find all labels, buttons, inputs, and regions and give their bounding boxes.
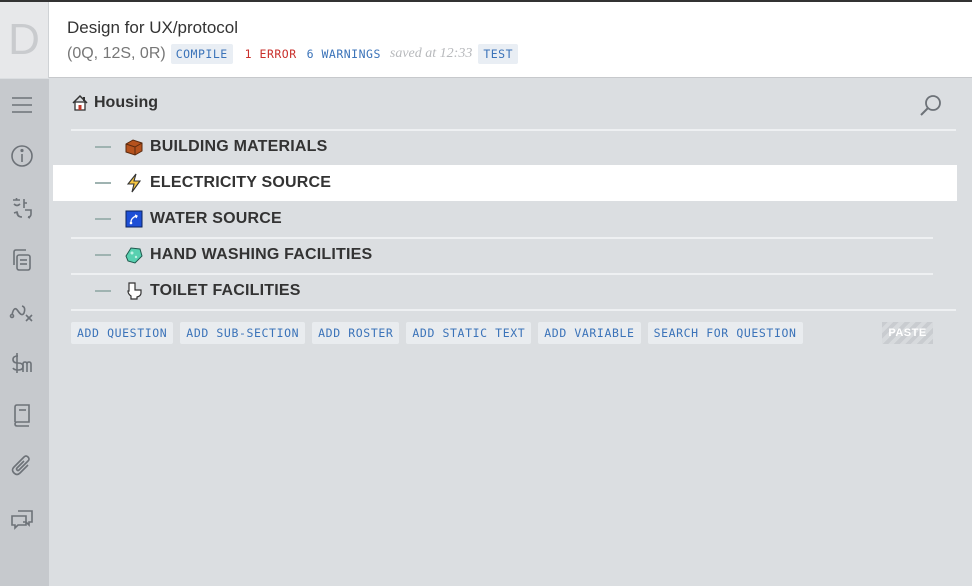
comments-icon[interactable] <box>8 506 36 534</box>
info-icon[interactable] <box>8 142 36 170</box>
lightning-icon <box>124 173 144 193</box>
book-icon[interactable] <box>8 401 36 429</box>
questionnaire-title[interactable]: Design for UX/protocol <box>67 18 238 38</box>
collapse-dash[interactable] <box>95 290 111 292</box>
subsection-hand-washing-facilities[interactable]: HAND WASHING FACILITIES <box>71 237 933 273</box>
subsection-electricity-source[interactable]: ELECTRICITY SOURCE <box>53 165 957 201</box>
status-bar: (0Q, 12S, 0R) COMPILE 1 ERROR 6 WARNINGS… <box>67 43 519 65</box>
saved-status: saved at 12:33 <box>389 46 473 61</box>
header: Design for UX/protocol (0Q, 12S, 0R) COM… <box>49 2 972 78</box>
warnings-link[interactable]: 6 WARNINGS <box>307 47 381 61</box>
subsection-water-source[interactable]: WATER SOURCE <box>71 201 933 237</box>
search-icon[interactable] <box>918 93 944 119</box>
main-panel: Housing BUILDING MATERIALS ELECTRICITY S… <box>49 79 972 586</box>
errors-link[interactable]: 1 ERROR <box>245 47 297 61</box>
macro-icon[interactable] <box>8 298 36 326</box>
search-for-question-button[interactable]: SEARCH FOR QUESTION <box>647 322 803 344</box>
water-icon <box>124 209 144 229</box>
toilet-icon <box>124 281 144 301</box>
logo-letter: D <box>8 15 40 64</box>
add-variable-button[interactable]: ADD VARIABLE <box>538 322 641 344</box>
compile-button[interactable]: COMPILE <box>170 44 233 64</box>
subsection-label: BUILDING MATERIALS <box>150 138 328 155</box>
copy-icon[interactable] <box>8 246 36 274</box>
money-icon[interactable] <box>8 349 36 377</box>
subsection-toilet-facilities[interactable]: TOILET FACILITIES <box>71 273 933 309</box>
subsection-label: WATER SOURCE <box>150 210 282 227</box>
soap-icon <box>124 245 144 265</box>
subsection-building-materials[interactable]: BUILDING MATERIALS <box>71 129 956 165</box>
app-logo[interactable]: D <box>0 2 49 78</box>
add-actions-toolbar: ADD QUESTION ADD SUB-SECTION ADD ROSTER … <box>71 322 810 344</box>
collapse-dash[interactable] <box>95 254 111 256</box>
item-counts: (0Q, 12S, 0R) <box>67 45 166 62</box>
attachment-icon[interactable] <box>8 453 36 481</box>
add-static-text-button[interactable]: ADD STATIC TEXT <box>406 322 532 344</box>
left-sidebar <box>0 79 49 586</box>
collapse-dash[interactable] <box>95 218 111 220</box>
add-roster-button[interactable]: ADD ROSTER <box>312 322 400 344</box>
house-icon <box>72 94 88 111</box>
section-title[interactable]: Housing <box>94 94 158 112</box>
subsection-label: ELECTRICITY SOURCE <box>150 174 332 191</box>
divider <box>71 309 956 311</box>
paste-button[interactable]: PASTE <box>882 322 933 344</box>
translate-icon[interactable] <box>8 194 36 222</box>
subsection-label: TOILET FACILITIES <box>150 282 301 299</box>
collapse-dash[interactable] <box>95 182 111 184</box>
collapse-dash[interactable] <box>95 146 111 148</box>
bricks-icon <box>124 137 144 157</box>
subsection-label: HAND WASHING FACILITIES <box>150 246 373 263</box>
add-sub-section-button[interactable]: ADD SUB-SECTION <box>180 322 306 344</box>
test-button[interactable]: TEST <box>478 44 519 64</box>
add-question-button[interactable]: ADD QUESTION <box>71 322 174 344</box>
section-header: Housing <box>71 94 158 112</box>
menu-icon[interactable] <box>8 91 36 119</box>
